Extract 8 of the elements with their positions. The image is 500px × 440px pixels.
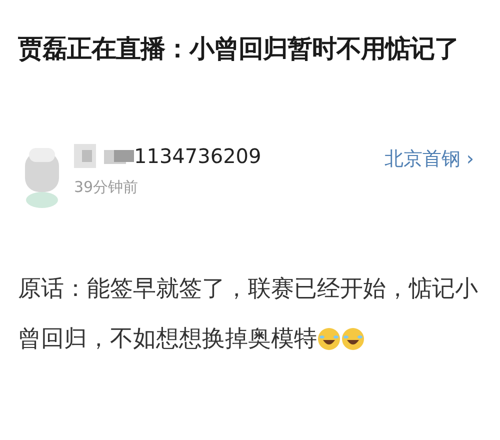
post-title: 贾磊正在直播：小曾回归暂时不用惦记了	[18, 34, 460, 64]
username[interactable]: 1134736209	[134, 145, 262, 167]
laughing-emoji-icon	[317, 327, 341, 351]
team-link[interactable]: 北京首钢 ›	[384, 146, 474, 172]
post-text: 原话：能签早就签了，联赛已经开始，惦记小	[18, 275, 478, 304]
post-text: 曾回归，不如想想换掉奥模特	[18, 325, 317, 354]
laughing-emoji-icon	[341, 327, 365, 351]
post-time: 39分钟前	[74, 178, 140, 197]
